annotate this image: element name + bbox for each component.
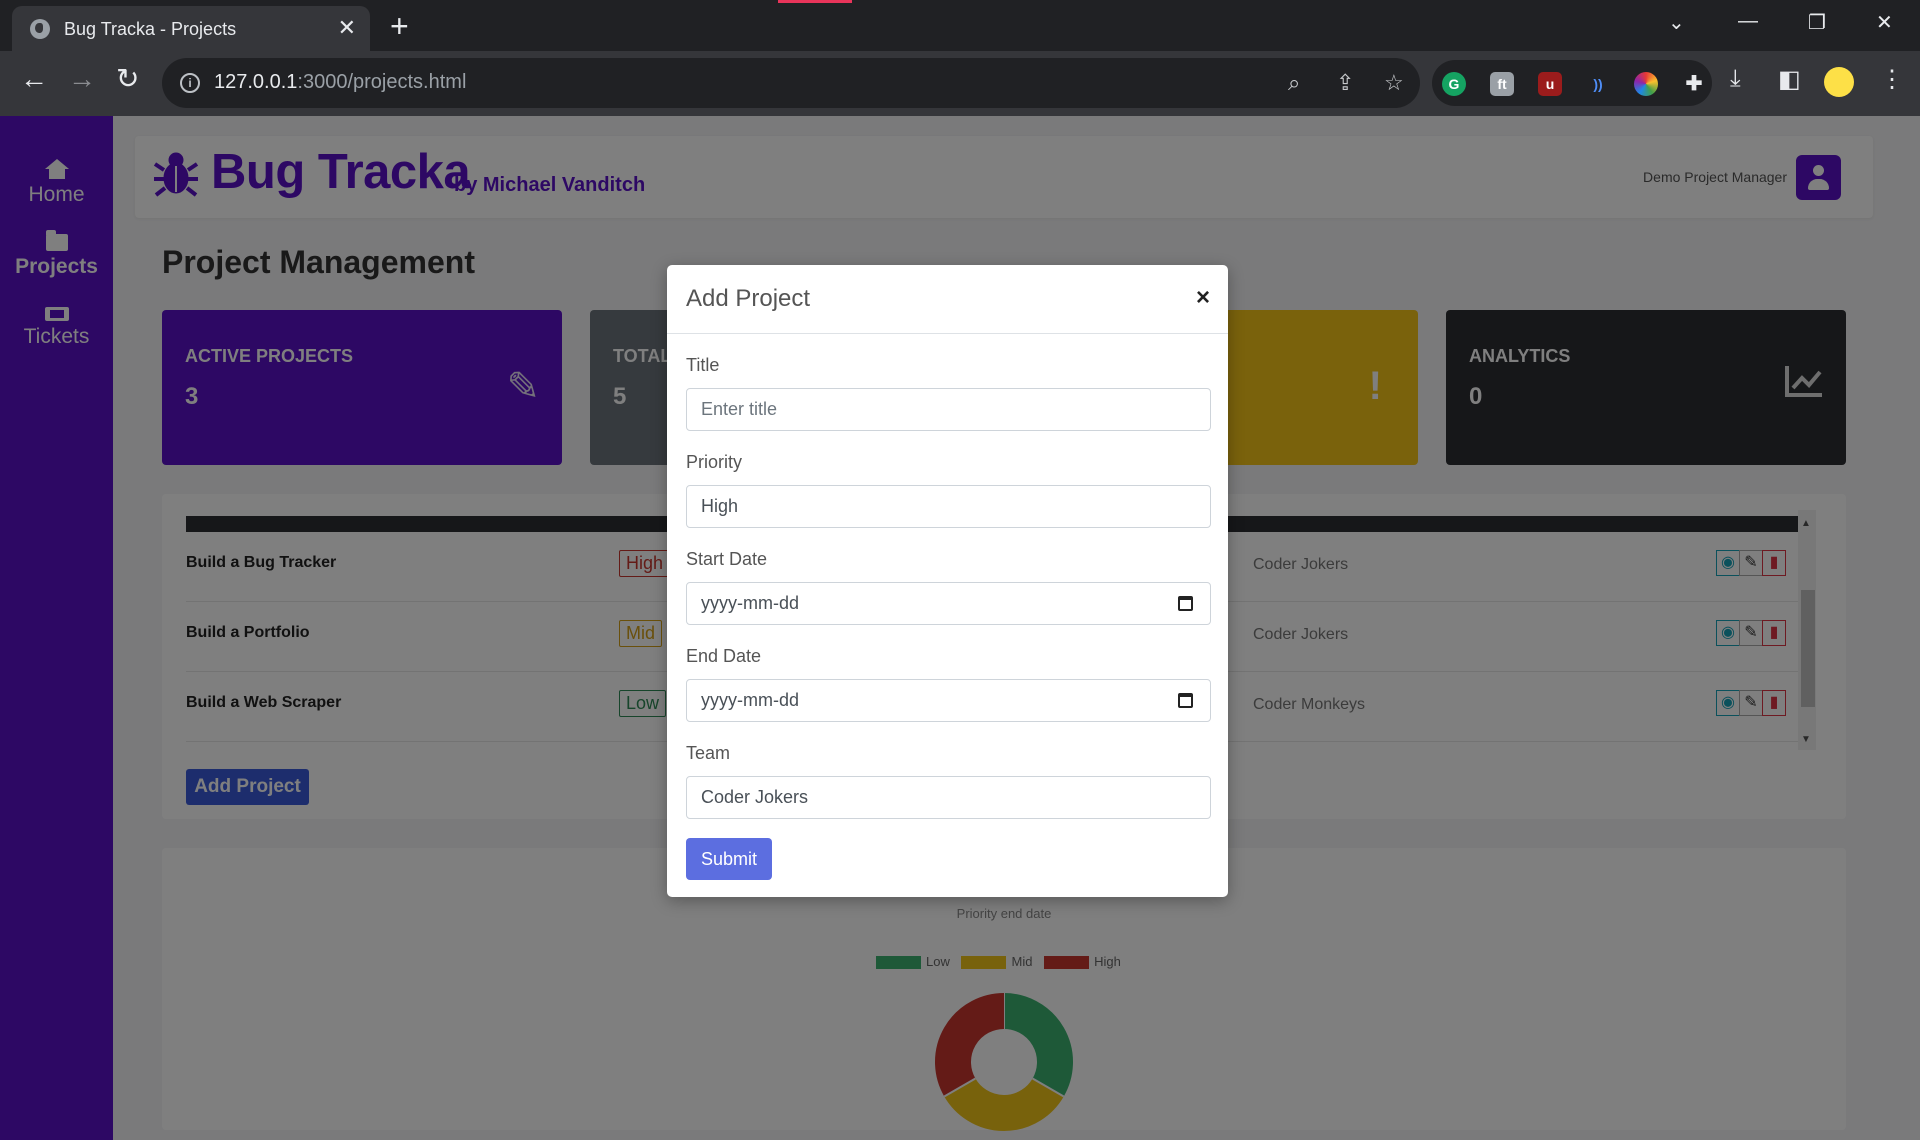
grammarly-icon[interactable]: G: [1442, 72, 1466, 96]
browser-tabstrip: Bug Tracka - Projects ✕ + ⌄ — ❐ ✕: [0, 0, 1920, 51]
audio-icon[interactable]: )): [1586, 72, 1610, 96]
title-input[interactable]: [686, 388, 1211, 431]
calendar-icon[interactable]: [1178, 693, 1193, 708]
start-date-label: Start Date: [686, 549, 768, 569]
forward-arrow-icon[interactable]: →: [68, 65, 96, 93]
browser-tab[interactable]: Bug Tracka - Projects ✕: [12, 6, 370, 51]
profile-avatar[interactable]: [1824, 67, 1854, 97]
extensions-bar: G ft u )) ✚: [1432, 60, 1712, 106]
modal-title: Add Project: [686, 285, 811, 312]
download-icon[interactable]: ⤓: [1730, 65, 1741, 93]
ublock-icon[interactable]: u: [1538, 72, 1562, 96]
start-date-input[interactable]: yyyy-mm-dd: [686, 582, 1211, 625]
close-icon[interactable]: ×: [1196, 284, 1210, 312]
priority-label: Priority: [686, 452, 743, 472]
end-date-input[interactable]: yyyy-mm-dd: [686, 679, 1211, 722]
minimize-icon[interactable]: —: [1738, 10, 1758, 33]
bookmark-star-icon[interactable]: ☆: [1384, 70, 1404, 96]
end-date-placeholder: yyyy-mm-dd: [701, 690, 799, 710]
end-date-label: End Date: [686, 646, 762, 666]
team-input[interactable]: Coder Jokers: [686, 776, 1211, 819]
close-window-icon[interactable]: ✕: [1876, 10, 1893, 35]
share-icon[interactable]: ⇪: [1336, 70, 1354, 96]
menu-kebab-icon[interactable]: ⋮: [1880, 65, 1904, 94]
team-label: Team: [686, 743, 731, 763]
calendar-icon[interactable]: [1178, 596, 1193, 611]
new-tab-button[interactable]: +: [390, 8, 409, 45]
restore-icon[interactable]: ❐: [1808, 10, 1826, 35]
modal-header: Add Project ×: [667, 265, 1228, 334]
puzzle-icon[interactable]: ✚: [1682, 72, 1706, 96]
web-page: Home Projects Tickets Bug Tracka: [0, 116, 1920, 1140]
add-project-modal: Add Project × Title Priority High Start …: [667, 265, 1228, 897]
back-arrow-icon[interactable]: ←: [20, 65, 48, 93]
tab-title: Bug Tracka - Projects: [64, 19, 237, 39]
color-picker-icon[interactable]: [1634, 72, 1658, 96]
priority-input[interactable]: High: [686, 485, 1211, 528]
sidepanel-icon[interactable]: ◧: [1778, 65, 1801, 94]
globe-icon: [30, 19, 50, 39]
translate-icon[interactable]: ft: [1490, 72, 1514, 96]
tab-search-icon[interactable]: ⌄: [1668, 10, 1685, 35]
tab-close-icon[interactable]: ✕: [338, 15, 356, 41]
browser-toolbar: ← → ↻ i 127.0.0.1:3000/projects.html ⌕ ⇪…: [0, 51, 1920, 116]
start-date-placeholder: yyyy-mm-dd: [701, 593, 799, 613]
url-text[interactable]: 127.0.0.1:3000/projects.html: [214, 71, 466, 94]
site-info-icon[interactable]: i: [180, 73, 200, 93]
title-label: Title: [686, 355, 720, 375]
reload-icon[interactable]: ↻: [116, 65, 139, 93]
tab-accent-bar: [778, 0, 852, 3]
address-bar[interactable]: i 127.0.0.1:3000/projects.html ⌕ ⇪ ☆: [162, 58, 1420, 108]
zoom-icon[interactable]: ⌕: [1288, 70, 1300, 96]
submit-button[interactable]: Submit: [686, 838, 772, 880]
